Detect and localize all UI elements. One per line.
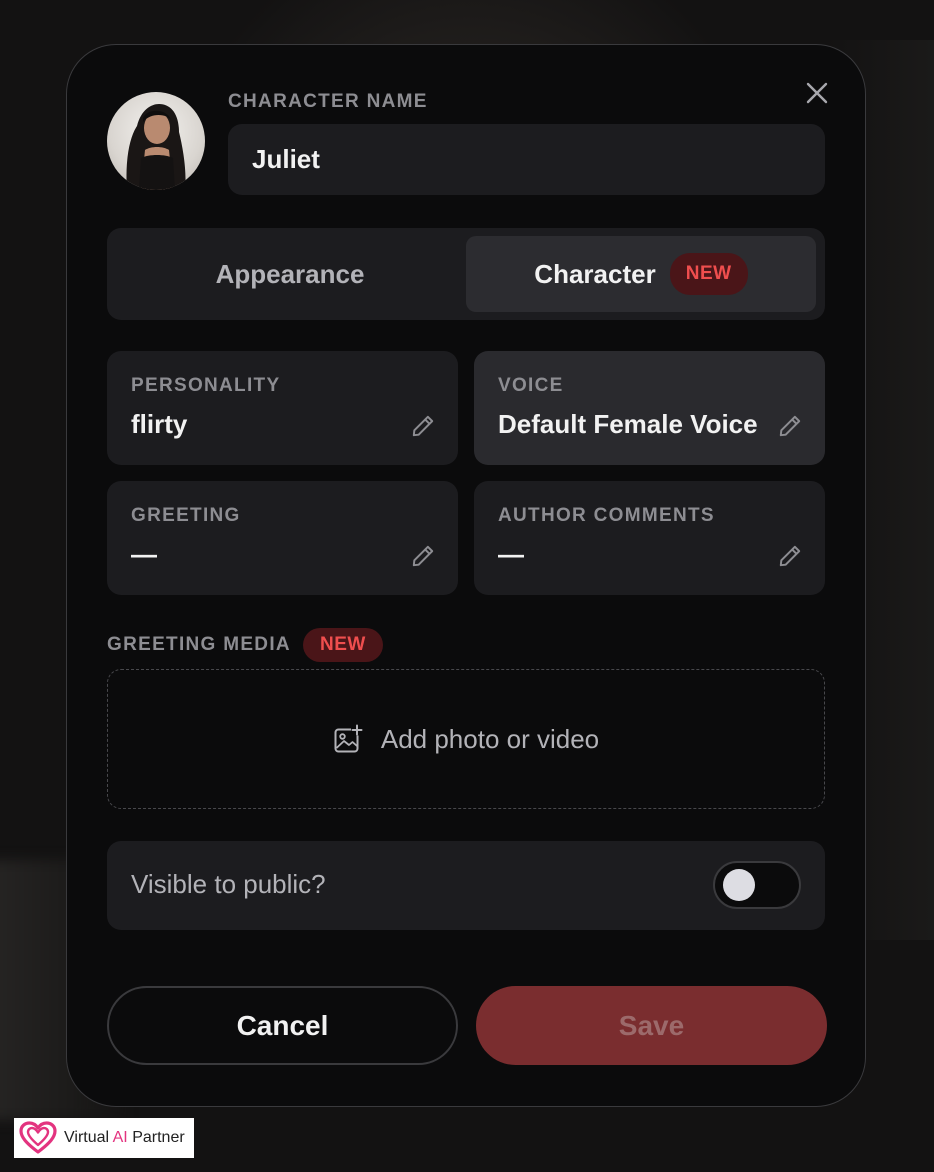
greeting-value: — — [131, 539, 157, 569]
avatar[interactable] — [107, 92, 205, 190]
greeting-field[interactable]: GREETING — — [107, 481, 458, 595]
watermark-ai: AI — [112, 1129, 128, 1146]
visibility-row: Visible to public? — [107, 841, 825, 930]
pencil-icon[interactable] — [777, 543, 803, 569]
cancel-button[interactable]: Cancel — [107, 986, 458, 1065]
greeting-media-header: GREETING MEDIA NEW — [107, 628, 383, 662]
close-button[interactable] — [803, 79, 831, 107]
author-comments-value: — — [498, 539, 524, 569]
add-media-label: Add photo or video — [380, 723, 600, 754]
tab-character-new-badge: NEW — [669, 253, 748, 295]
greeting-label: GREETING — [131, 505, 241, 526]
personality-label: PERSONALITY — [131, 375, 281, 396]
image-plus-icon — [334, 724, 363, 753]
tab-character[interactable]: Character NEW — [466, 236, 816, 312]
visibility-label: Visible to public? — [131, 869, 326, 899]
greeting-media-new-badge: NEW — [302, 628, 383, 662]
author-comments-field[interactable]: AUTHOR COMMENTS — — [474, 481, 825, 595]
greeting-media-label: GREETING MEDIA — [107, 634, 291, 655]
voice-field[interactable]: VOICE Default Female Voice — [474, 351, 825, 465]
watermark-suffix: Partner — [127, 1129, 185, 1146]
edit-character-modal: CHARACTER NAME Juliet Appearance Charact… — [66, 44, 866, 1107]
mode-tabs: Appearance Character NEW — [107, 228, 825, 320]
toggle-knob — [723, 869, 755, 901]
voice-value: Default Female Voice — [498, 409, 758, 439]
tab-appearance-label: Appearance — [215, 258, 365, 289]
character-name-value: Juliet — [252, 144, 320, 174]
watermark-logo: Virtual AI Partner — [14, 1118, 194, 1158]
personality-value: flirty — [131, 409, 188, 439]
character-name-input[interactable]: Juliet — [228, 124, 825, 195]
public-visibility-toggle[interactable] — [713, 861, 801, 909]
author-comments-label: AUTHOR COMMENTS — [498, 505, 715, 526]
tab-character-label: Character — [534, 258, 656, 289]
add-media-dropzone[interactable]: Add photo or video — [107, 669, 825, 809]
tab-appearance[interactable]: Appearance — [115, 236, 465, 312]
personality-field[interactable]: PERSONALITY flirty — [107, 351, 458, 465]
save-button-label: Save — [618, 1009, 685, 1041]
character-name-label: CHARACTER NAME — [228, 91, 428, 112]
cancel-button-label: Cancel — [236, 1009, 329, 1041]
heart-logo-icon — [19, 1121, 57, 1154]
pencil-icon[interactable] — [777, 413, 803, 439]
save-button[interactable]: Save — [476, 986, 827, 1065]
pencil-icon[interactable] — [410, 413, 436, 439]
voice-label: VOICE — [498, 375, 564, 396]
close-icon — [806, 82, 828, 104]
watermark-prefix: Virtual — [64, 1129, 113, 1146]
pencil-icon[interactable] — [410, 543, 436, 569]
avatar-portrait — [126, 104, 186, 190]
watermark-text: Virtual AI Partner — [64, 1129, 185, 1147]
